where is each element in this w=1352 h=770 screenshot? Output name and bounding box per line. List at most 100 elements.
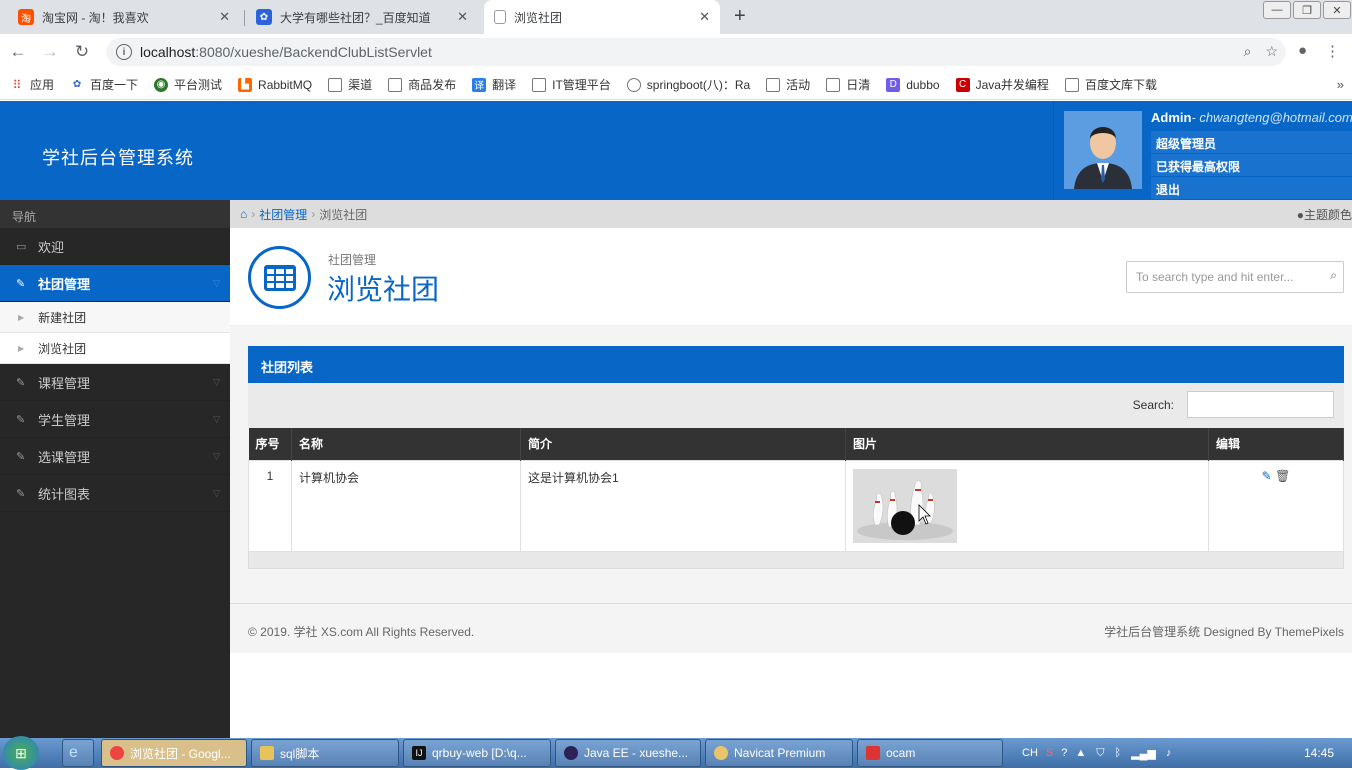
sidebar-item-course-management[interactable]: ✎ 课程管理 ▽: [0, 364, 230, 401]
taskbar-intellij[interactable]: IJ qrbuy-web [D:\q...: [403, 739, 551, 767]
widget-title: 社团列表: [248, 346, 1344, 383]
sidebar-subitem-browse-club[interactable]: ▶ 浏览社团: [0, 333, 230, 364]
close-tab-icon[interactable]: ✕: [699, 9, 710, 25]
bookmark-item[interactable]: ▙ RabbitMQ: [238, 77, 312, 92]
user-menu-permission[interactable]: 已获得最高权限: [1151, 154, 1352, 176]
table-search-input[interactable]: [1187, 391, 1334, 418]
restore-icon[interactable]: ❐: [1293, 1, 1321, 19]
cell-no: 1: [248, 459, 292, 552]
bookmark-item[interactable]: Ddubbo: [886, 77, 940, 92]
edit-pencil-icon[interactable]: ✎: [1262, 469, 1272, 483]
footer-copyright: © 2019. 学社 XS.com All Rights Reserved.: [248, 625, 475, 639]
cell-intro: 这是计算机协会1: [520, 459, 846, 552]
col-header-image[interactable]: 图片: [845, 428, 1209, 460]
user-menu-role[interactable]: 超级管理员: [1151, 131, 1352, 153]
taskbar-eclipse[interactable]: Java EE - xueshe...: [555, 739, 701, 767]
close-window-icon[interactable]: ✕: [1323, 1, 1351, 19]
sidebar-item-club-management[interactable]: ✎ 社团管理 ▽: [0, 265, 230, 302]
bookmark-item[interactable]: ✿ 百度一下: [70, 76, 138, 93]
menu-dots-icon[interactable]: ⋮: [1325, 42, 1340, 60]
bookmark-item[interactable]: 译翻译: [472, 76, 516, 93]
chevron-down-icon: ▽: [213, 487, 220, 498]
bookmark-item[interactable]: ◉ 平台测试: [154, 76, 222, 93]
theme-color-toggle[interactable]: ●主题颜色: [1297, 206, 1352, 223]
start-button[interactable]: ⊞: [3, 736, 39, 770]
sidebar-item-student-management[interactable]: ✎ 学生管理 ▽: [0, 401, 230, 438]
breadcrumb-current: 浏览社团: [319, 207, 368, 222]
bowling-image: [853, 468, 957, 543]
sidebar-item-enrollment-management[interactable]: ✎ 选课管理 ▽: [0, 438, 230, 475]
browser-tab-strip: 淘 淘宝网 - 淘！我喜欢 ✕ ✿ 大学有哪些社团？_百度知道 ✕ 浏览社团 ✕…: [0, 0, 1352, 34]
bookmark-item[interactable]: springboot(八)：Ra: [626, 76, 750, 93]
address-bar[interactable]: i localhost:8080/xueshe/BackendClubListS…: [106, 38, 1286, 66]
delete-trash-icon[interactable]: 🗑: [1275, 469, 1290, 483]
taskbar-sql-folder[interactable]: sql脚本: [251, 739, 399, 767]
dubbo-icon: D: [886, 77, 901, 92]
reload-icon[interactable]: ↻: [68, 42, 96, 62]
user-name: Admin- chwangteng@hotmail.com: [1151, 110, 1352, 125]
forward-icon[interactable]: →: [36, 42, 64, 62]
close-tab-icon[interactable]: ✕: [219, 9, 230, 25]
network-icon[interactable]: ▂▄▆: [1131, 747, 1156, 760]
window-controls: — ❐ ✕: [1262, 0, 1352, 20]
browser-tab-baidu[interactable]: ✿ 大学有哪些社团？_百度知道 ✕: [246, 0, 478, 34]
app-header: 学社后台管理系统 Admin- chwangteng@hotmail.com 超…: [0, 101, 1352, 200]
sogou-icon[interactable]: S: [1046, 747, 1053, 759]
clock[interactable]: 14:45: [1304, 746, 1334, 760]
page-icon: [328, 77, 343, 92]
cell-image: [845, 459, 1209, 552]
folder-icon: [260, 746, 274, 760]
main-content: ⌂ › 社团管理 › 浏览社团 ●主题颜色 社团管理 浏览社团 To searc…: [230, 200, 1352, 738]
taskbar-navicat[interactable]: Navicat Premium: [705, 739, 853, 767]
sidebar-item-statistics[interactable]: ✎ 统计图表 ▽: [0, 475, 230, 512]
shield-icon[interactable]: ⛉: [1096, 747, 1104, 760]
input-language[interactable]: CH: [1022, 747, 1038, 759]
browser-tab-taobao[interactable]: 淘 淘宝网 - 淘！我喜欢 ✕: [8, 0, 240, 34]
taskbar-chrome[interactable]: 浏览社团 - Googl...: [101, 739, 247, 767]
more-bookmarks-icon[interactable]: »: [1337, 77, 1344, 92]
bookmark-item[interactable]: 渠道: [328, 76, 372, 93]
tray-expand-icon[interactable]: ▲: [1075, 747, 1086, 759]
ie-taskbar-icon[interactable]: e: [62, 739, 94, 767]
header-search-input[interactable]: To search type and hit enter... ⌕: [1126, 261, 1344, 293]
chevron-down-icon: ▽: [213, 413, 220, 424]
minimize-icon[interactable]: —: [1263, 1, 1291, 19]
home-icon[interactable]: ⌂: [240, 207, 247, 221]
caret-right-icon: ▶: [18, 343, 25, 353]
col-header-name[interactable]: 名称: [291, 428, 521, 460]
brand-title: 学社后台管理系统: [42, 148, 194, 168]
bluetooth-icon[interactable]: ᛒ: [1115, 747, 1122, 759]
info-icon[interactable]: i: [116, 44, 132, 60]
help-icon[interactable]: ?: [1061, 747, 1067, 759]
volume-icon[interactable]: ♪: [1166, 747, 1172, 759]
col-header-edit[interactable]: 编辑: [1208, 428, 1344, 460]
pencil-icon: ✎: [16, 450, 26, 463]
sidebar-subitem-new-club[interactable]: ▶ 新建社团: [0, 302, 230, 333]
browser-tab-active[interactable]: 浏览社团 ✕: [484, 0, 720, 34]
site-icon: [626, 77, 641, 92]
star-icon[interactable]: ☆: [1265, 43, 1278, 60]
back-icon[interactable]: ←: [4, 42, 32, 62]
profile-icon[interactable]: ●: [1298, 42, 1307, 60]
col-header-no[interactable]: 序号: [248, 428, 292, 460]
bookmark-item[interactable]: 活动: [766, 76, 810, 93]
user-menu-logout[interactable]: 退出: [1151, 177, 1352, 199]
bookmark-item[interactable]: C Java并发编程: [955, 76, 1049, 93]
breadcrumb-section-link[interactable]: 社团管理: [259, 206, 307, 223]
col-header-intro[interactable]: 简介: [520, 428, 846, 460]
bookmark-apps[interactable]: ⠿ 应用: [10, 76, 54, 93]
zoom-icon[interactable]: ⌕: [1244, 43, 1252, 60]
bookmark-item[interactable]: 商品发布: [388, 76, 456, 93]
bookmark-item[interactable]: 日清: [826, 76, 870, 93]
new-tab-button[interactable]: +: [734, 5, 746, 28]
bookmark-item[interactable]: IT管理平台: [532, 76, 611, 93]
page-icon: [388, 77, 403, 92]
bookmark-item[interactable]: 百度文库下载: [1064, 76, 1157, 93]
taskbar-ocam[interactable]: ocam: [857, 739, 1003, 767]
page-icon: [532, 77, 547, 92]
search-icon[interactable]: ⌕: [1330, 268, 1337, 283]
user-box: Admin- chwangteng@hotmail.com 超级管理员 已获得最…: [1053, 101, 1352, 200]
close-tab-icon[interactable]: ✕: [457, 9, 468, 25]
chevron-down-icon: ▽: [213, 376, 220, 387]
sidebar-item-welcome[interactable]: ▭ 欢迎: [0, 228, 230, 265]
